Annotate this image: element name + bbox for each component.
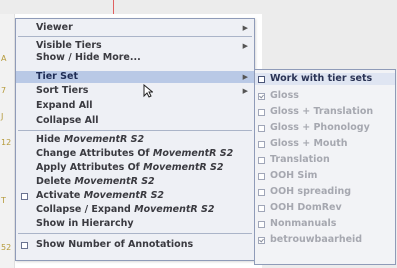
menu-item-label: Collapse All [36, 115, 99, 126]
menu-item-visible-tiers[interactable]: Visible Tiers ▶ [16, 40, 254, 52]
submenu-item-translation[interactable]: Translation [255, 154, 395, 166]
submenu-item-label: Gloss + Phonology [270, 122, 370, 133]
submenu-item-label: Gloss [270, 90, 299, 101]
checkbox-icon [258, 205, 265, 212]
menu-item-change-attributes[interactable]: Change Attributes Of MovementR S2 [16, 148, 254, 160]
checkbox-icon [258, 125, 265, 132]
menu-item-hide-tier[interactable]: Hide MovementR S2 [16, 134, 254, 146]
menu-item-label: Tier Set [36, 71, 78, 82]
strip-mark: 7 [1, 86, 7, 95]
menu-item-label: Show Number of Annotations [36, 239, 194, 250]
menu-item-label: Sort Tiers [36, 85, 89, 96]
checkbox-icon [258, 76, 265, 83]
submenu-item-label: betrouwbaarheid [270, 234, 363, 245]
menu-item-sort-tiers[interactable]: Sort Tiers ▶ [16, 85, 254, 97]
submenu-item-label: OOH spreading [270, 186, 352, 197]
strip-mark: 12 [1, 138, 12, 147]
submenu-item-label: OOH DomRev [270, 202, 342, 213]
checkbox-icon [258, 189, 265, 196]
submenu-item-label: Nonmanuals [270, 218, 337, 229]
tier-label-strip: A 7 J 12 T 52 [0, 14, 15, 268]
strip-mark: T [1, 196, 6, 205]
checkbox-icon [258, 109, 265, 116]
menu-item-label: Viewer [36, 22, 73, 33]
submenu-item-label: OOH Sim [270, 170, 318, 181]
menu-item-activate-tier[interactable]: Activate MovementR S2 [16, 190, 254, 202]
strip-mark: A [1, 54, 7, 63]
time-cursor-line [113, 0, 114, 14]
menu-item-label: Delete [36, 176, 75, 187]
submenu-item-label: Gloss + Mouth [270, 138, 348, 149]
menu-item-label: Apply Attributes Of [36, 162, 144, 173]
tier-name: MovementR S2 [74, 176, 155, 187]
strip-mark: J [1, 112, 4, 121]
menu-separator [18, 130, 252, 131]
menu-item-show-in-hierarchy[interactable]: Show in Hierarchy [16, 218, 254, 230]
checkbox-checked-icon [258, 93, 265, 100]
tier-name: MovementR S2 [152, 148, 234, 159]
menu-separator [18, 233, 252, 234]
checkbox-icon [21, 242, 28, 249]
submenu-item-label: Gloss + Translation [270, 106, 374, 117]
submenu-item-gloss-translation[interactable]: Gloss + Translation [255, 106, 395, 118]
submenu-item-ooh-domrev[interactable]: OOH DomRev [255, 202, 395, 214]
menu-item-label: Activate [36, 190, 84, 201]
menu-item-expand-all[interactable]: Expand All [16, 100, 254, 112]
menu-item-label: Show in Hierarchy [36, 218, 134, 229]
submenu-arrow-icon: ▶ [242, 87, 248, 95]
checkbox-icon [258, 141, 265, 148]
submenu-item-gloss-phonology[interactable]: Gloss + Phonology [255, 122, 395, 134]
submenu-item-betrouwbaarheid[interactable]: betrouwbaarheid [255, 234, 395, 246]
tier-context-menu: Viewer ▶ Visible Tiers ▶ Show / Hide Mor… [15, 18, 255, 261]
submenu-item-ooh-sim[interactable]: OOH Sim [255, 170, 395, 182]
menu-item-show-hide-more[interactable]: Show / Hide More... [16, 52, 254, 64]
menu-item-collapse-all[interactable]: Collapse All [16, 115, 254, 127]
menu-item-delete-tier[interactable]: Delete MovementR S2 [16, 176, 254, 188]
menu-item-label: Show / Hide More... [36, 52, 141, 63]
submenu-item-label: Work with tier sets [270, 73, 373, 84]
tier-set-submenu: Work with tier sets Gloss Gloss + Transl… [254, 69, 396, 265]
submenu-item-label: Translation [270, 154, 330, 165]
submenu-arrow-icon: ▶ [242, 42, 248, 50]
checkbox-icon [258, 173, 265, 180]
tier-name: MovementR S2 [83, 190, 165, 201]
menu-separator [18, 36, 252, 37]
submenu-item-ooh-spreading[interactable]: OOH spreading [255, 186, 395, 198]
strip-mark: 52 [1, 243, 12, 252]
checkbox-icon [21, 193, 28, 200]
tier-name: MovementR S2 [134, 204, 215, 215]
menu-item-apply-attributes[interactable]: Apply Attributes Of MovementR S2 [16, 162, 254, 174]
menu-item-label: Change Attributes Of [36, 148, 153, 159]
menu-item-label: Expand All [36, 100, 93, 111]
submenu-item-nonmanuals[interactable]: Nonmanuals [255, 218, 395, 230]
app-toolbar-fragment [0, 0, 397, 14]
submenu-item-work-with-tier-sets[interactable]: Work with tier sets [255, 73, 395, 85]
menu-item-label: Visible Tiers [36, 40, 102, 51]
submenu-arrow-icon: ▶ [242, 24, 248, 32]
menu-item-label: Hide [36, 134, 64, 145]
menu-item-label: Collapse / Expand [36, 204, 135, 215]
menu-item-show-number-of-annotations[interactable]: Show Number of Annotations [16, 239, 254, 251]
submenu-item-gloss[interactable]: Gloss [255, 90, 395, 102]
submenu-item-gloss-mouth[interactable]: Gloss + Mouth [255, 138, 395, 150]
checkbox-icon [258, 157, 265, 164]
tier-name: MovementR S2 [143, 162, 224, 173]
menu-item-viewer[interactable]: Viewer ▶ [16, 22, 254, 34]
menu-item-collapse-expand[interactable]: Collapse / Expand MovementR S2 [16, 204, 254, 216]
submenu-arrow-icon: ▶ [242, 73, 248, 81]
checkbox-checked-icon [258, 237, 265, 244]
mouse-pointer-icon [143, 84, 153, 98]
menu-item-tier-set[interactable]: Tier Set ▶ [16, 71, 254, 83]
checkbox-icon [258, 221, 265, 228]
tier-name: MovementR S2 [63, 134, 145, 145]
